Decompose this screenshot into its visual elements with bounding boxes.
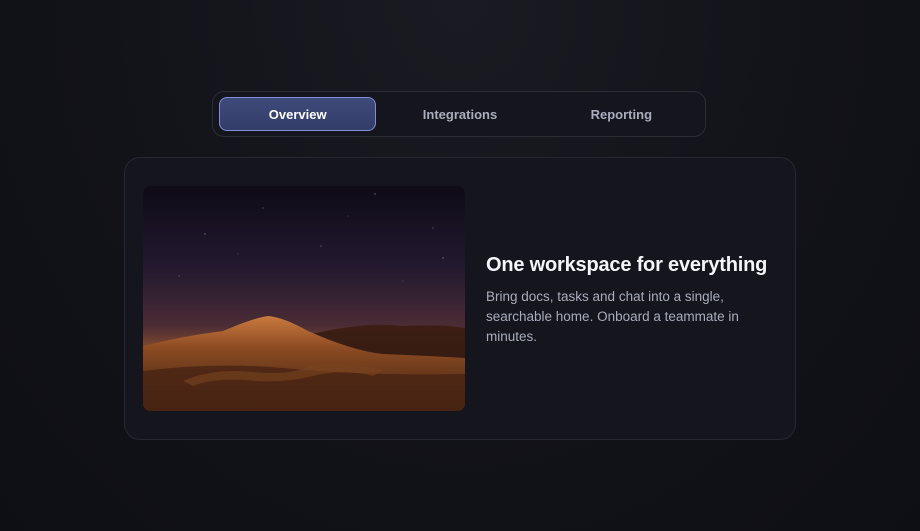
feature-description: Bring docs, tasks and chat into a single… [486,289,739,344]
tab-overview-label: Overview [268,106,327,122]
tab-integrations[interactable]: Integrations [382,97,537,131]
feature-card: One workspace for everything Bring docs,… [124,157,796,440]
feature-text: One workspace for everything Bring docs,… [486,253,776,347]
feature-title: One workspace for everything [486,254,768,276]
tab-reporting[interactable]: Reporting [544,97,699,131]
tab-overview[interactable]: Overview [219,97,377,131]
hero-image [143,186,465,411]
tab-bar: Overview Integrations Reporting [212,91,706,137]
tab-reporting-label: Reporting [590,106,653,122]
tab-integrations-label: Integrations [422,106,498,122]
